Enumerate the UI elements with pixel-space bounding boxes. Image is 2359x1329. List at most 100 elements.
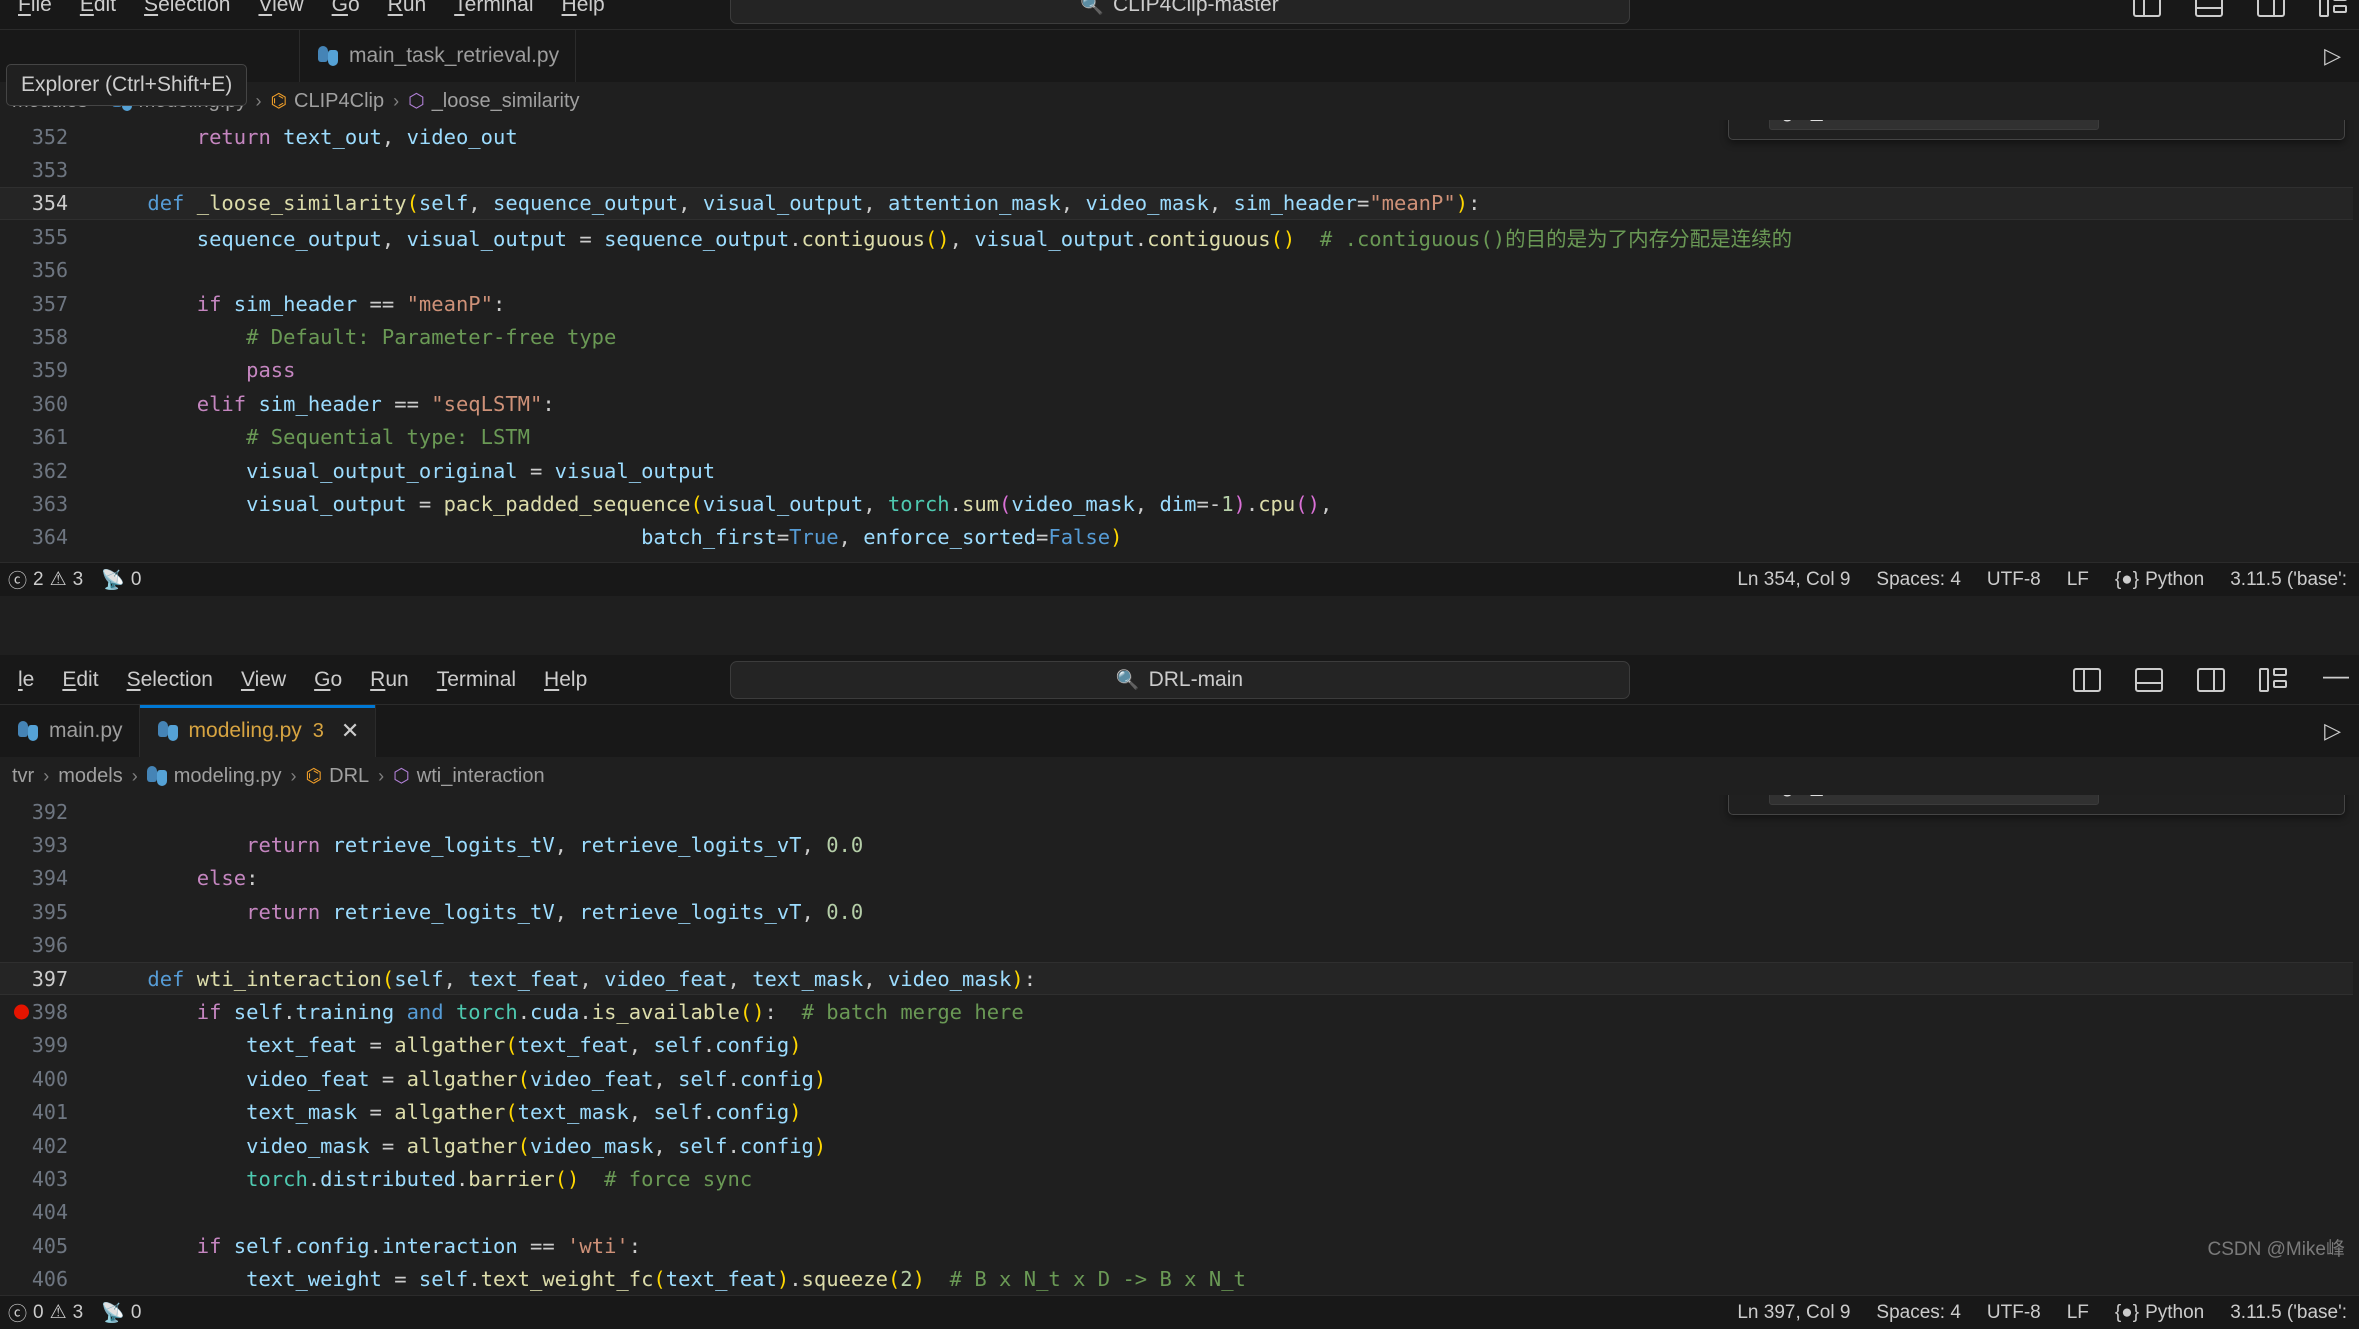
quick-open-bottom[interactable]: 🔍 DRL-main bbox=[729, 660, 1630, 699]
run-button-icon[interactable]: ▷ bbox=[2324, 718, 2341, 744]
breadcrumb-item-clip4clip[interactable]: ⌬ CLIP4Clip bbox=[270, 90, 384, 113]
editor-bottom[interactable]: 392 393 return retrieve_logits_tV, retrie… bbox=[0, 795, 2359, 1295]
toggle-secondary-sidebar-icon[interactable] bbox=[2197, 667, 2225, 692]
find-close-icon[interactable]: ✕ bbox=[2312, 120, 2330, 122]
menu-item-selection[interactable]: Selection bbox=[113, 664, 227, 695]
cursor-position-bottom[interactable]: Ln 397, Col 9 bbox=[1737, 1302, 1850, 1324]
problems-status-bottom[interactable]: ⓒ 0 ⚠ 3 bbox=[8, 1299, 83, 1326]
menu-item-selection[interactable]: Selection bbox=[130, 0, 244, 20]
code-line[interactable]: 363 visual_output = pack_padded_sequence… bbox=[0, 487, 2359, 520]
code-line[interactable]: 353 bbox=[0, 153, 2359, 186]
code-line[interactable]: 358 # Default: Parameter-free type bbox=[0, 320, 2359, 353]
menu-item-run[interactable]: Run bbox=[356, 664, 423, 695]
breadcrumb-item--loose-similarity[interactable]: ⬡ _loose_similarity bbox=[408, 90, 579, 113]
regex-icon[interactable]: .* bbox=[2067, 120, 2092, 124]
customize-layout-icon[interactable] bbox=[2319, 0, 2349, 17]
cursor-position-top[interactable]: Ln 354, Col 9 bbox=[1737, 569, 1850, 591]
code-line[interactable]: 393 return retrieve_logits_tV, retrieve_… bbox=[0, 828, 2359, 861]
find-widget-bottom[interactable]: › get_simila Aa ab .* 2 of 2 ↑ ↓ ≡ ✕ bbox=[1728, 795, 2345, 815]
breadcrumb-item-models[interactable]: models bbox=[58, 765, 122, 788]
breadcrumb-item-tvr[interactable]: tvr bbox=[12, 765, 34, 788]
indentation-bottom[interactable]: Spaces: 4 bbox=[1876, 1302, 1961, 1324]
find-next-icon[interactable]: ↓ bbox=[2236, 120, 2247, 122]
code-line[interactable]: 398 if self.training and torch.cuda.is_a… bbox=[0, 995, 2359, 1028]
code-line[interactable]: 354 def _loose_similarity(self, sequence… bbox=[0, 186, 2359, 221]
encoding-top[interactable]: UTF-8 bbox=[1987, 569, 2041, 591]
match-case-icon[interactable]: Aa bbox=[1983, 795, 2018, 799]
breadcrumb-item-drl[interactable]: ⌬ DRL bbox=[306, 765, 370, 788]
tab-close-icon[interactable]: ✕ bbox=[341, 720, 359, 742]
find-previous-icon[interactable]: ↑ bbox=[2199, 120, 2210, 122]
problems-status-top[interactable]: ⓒ 2 ⚠ 3 bbox=[8, 566, 83, 593]
code-line[interactable]: 364 batch_first=True, enforce_sorted=Fal… bbox=[0, 521, 2359, 554]
find-in-selection-icon[interactable]: ≡ bbox=[2273, 120, 2286, 122]
eol-bottom[interactable]: LF bbox=[2067, 1302, 2089, 1324]
code-line[interactable]: 356 bbox=[0, 254, 2359, 287]
code-line[interactable]: 402 video_mask = allgather(video_mask, s… bbox=[0, 1129, 2359, 1162]
menu-item-run[interactable]: Run bbox=[374, 0, 441, 20]
python-interpreter-bottom[interactable]: 3.11.5 ('base': bbox=[2230, 1302, 2347, 1324]
quick-open-top[interactable]: 🔍 CLIP4Clip-master bbox=[729, 0, 1630, 24]
menu-item-go[interactable]: Go bbox=[300, 664, 356, 695]
code-line[interactable]: 355 sequence_output, visual_output = seq… bbox=[0, 220, 2359, 253]
minimize-icon[interactable]: — bbox=[2323, 662, 2349, 698]
menu-item-help[interactable]: Help bbox=[548, 0, 619, 20]
minimap-bottom[interactable] bbox=[2353, 795, 2359, 1295]
find-previous-icon[interactable]: ↑ bbox=[2199, 795, 2210, 797]
language-mode-top[interactable]: {●} Python bbox=[2115, 569, 2204, 591]
find-input-top[interactable]: get_similar Aa ab .* bbox=[1768, 120, 2099, 130]
code-line[interactable]: 399 text_feat = allgather(text_feat, sel… bbox=[0, 1029, 2359, 1062]
tab-main-py[interactable]: main.py bbox=[0, 705, 140, 757]
breadcrumb-item-wti-interaction[interactable]: ⬡ wti_interaction bbox=[393, 765, 544, 788]
breakpoint-icon[interactable] bbox=[14, 1004, 29, 1020]
code-content-top[interactable]: 352 return text_out, video_out 353 354 def… bbox=[0, 120, 2359, 562]
code-line[interactable]: 400 video_feat = allgather(video_feat, s… bbox=[0, 1062, 2359, 1095]
code-line[interactable]: 401 text_mask = allgather(text_mask, sel… bbox=[0, 1096, 2359, 1129]
menu-item-edit[interactable]: Edit bbox=[48, 664, 112, 695]
tab-modeling-py[interactable]: modeling.py 3 ✕ bbox=[139, 705, 377, 757]
menu-item-view[interactable]: View bbox=[244, 0, 317, 20]
code-line[interactable]: 361 # Sequential type: LSTM bbox=[0, 421, 2359, 454]
encoding-bottom[interactable]: UTF-8 bbox=[1987, 1302, 2041, 1324]
menu-item-go[interactable]: Go bbox=[318, 0, 374, 20]
code-line[interactable]: 406 text_weight = self.text_weight_fc(te… bbox=[0, 1262, 2359, 1295]
find-expand-icon[interactable]: › bbox=[1737, 795, 1768, 799]
menu-item-edit[interactable]: Edit bbox=[66, 0, 130, 20]
minimap-top[interactable] bbox=[2353, 120, 2359, 562]
code-line[interactable]: 404 bbox=[0, 1196, 2359, 1229]
eol-top[interactable]: LF bbox=[2067, 569, 2089, 591]
ports-status-bottom[interactable]: 📡 0 bbox=[101, 1301, 141, 1325]
find-widget-top[interactable]: › get_similar Aa ab .* 2 of 2 ↑ ↓ ≡ ✕ bbox=[1728, 120, 2345, 140]
menu-item-help[interactable]: Help bbox=[530, 664, 601, 695]
code-line[interactable]: 360 elif sim_header == "seqLSTM": bbox=[0, 387, 2359, 420]
regex-icon[interactable]: .* bbox=[2067, 795, 2092, 799]
code-line[interactable]: 394 else: bbox=[0, 862, 2359, 895]
editor-top[interactable]: 352 return text_out, video_out 353 354 def… bbox=[0, 120, 2359, 562]
language-mode-bottom[interactable]: {●} Python bbox=[2115, 1302, 2204, 1324]
menu-item-file[interactable]: File bbox=[4, 0, 66, 20]
find-close-icon[interactable]: ✕ bbox=[2312, 795, 2330, 797]
tab-main-task-retrieval[interactable]: main_task_retrieval.py bbox=[300, 30, 577, 82]
run-button-icon[interactable]: ▷ bbox=[2324, 43, 2341, 69]
code-line[interactable]: 405 if self.config.interaction == 'wti': bbox=[0, 1229, 2359, 1262]
code-line[interactable]: 396 bbox=[0, 929, 2359, 962]
toggle-panel-icon[interactable] bbox=[2135, 667, 2163, 692]
code-line[interactable]: 359 pass bbox=[0, 354, 2359, 387]
python-interpreter-top[interactable]: 3.11.5 ('base': bbox=[2230, 569, 2347, 591]
code-content-bottom[interactable]: 392 393 return retrieve_logits_tV, retrie… bbox=[0, 795, 2359, 1295]
code-line[interactable]: 357 if sim_header == "meanP": bbox=[0, 287, 2359, 320]
find-next-icon[interactable]: ↓ bbox=[2236, 795, 2247, 797]
whole-word-icon[interactable]: ab bbox=[2026, 120, 2059, 124]
menu-item-view[interactable]: View bbox=[227, 664, 300, 695]
menu-item-terminal[interactable]: Terminal bbox=[440, 0, 547, 20]
code-line[interactable]: 365 visual_output, _ = self.lstm_visual(… bbox=[0, 554, 2359, 562]
code-line[interactable]: 362 visual_output_original = visual_outp… bbox=[0, 454, 2359, 487]
code-line[interactable]: 395 return retrieve_logits_tV, retrieve_… bbox=[0, 895, 2359, 928]
toggle-primary-sidebar-icon[interactable] bbox=[2133, 0, 2161, 17]
find-input-bottom[interactable]: get_simila Aa ab .* bbox=[1768, 795, 2099, 805]
breadcrumb-item-modeling-py[interactable]: modeling.py bbox=[146, 765, 282, 788]
code-line[interactable]: 403 torch.distributed.barrier() # force … bbox=[0, 1162, 2359, 1195]
toggle-panel-icon[interactable] bbox=[2195, 0, 2223, 17]
find-expand-icon[interactable]: › bbox=[1737, 120, 1768, 124]
menu-item-le[interactable]: le bbox=[4, 664, 48, 695]
